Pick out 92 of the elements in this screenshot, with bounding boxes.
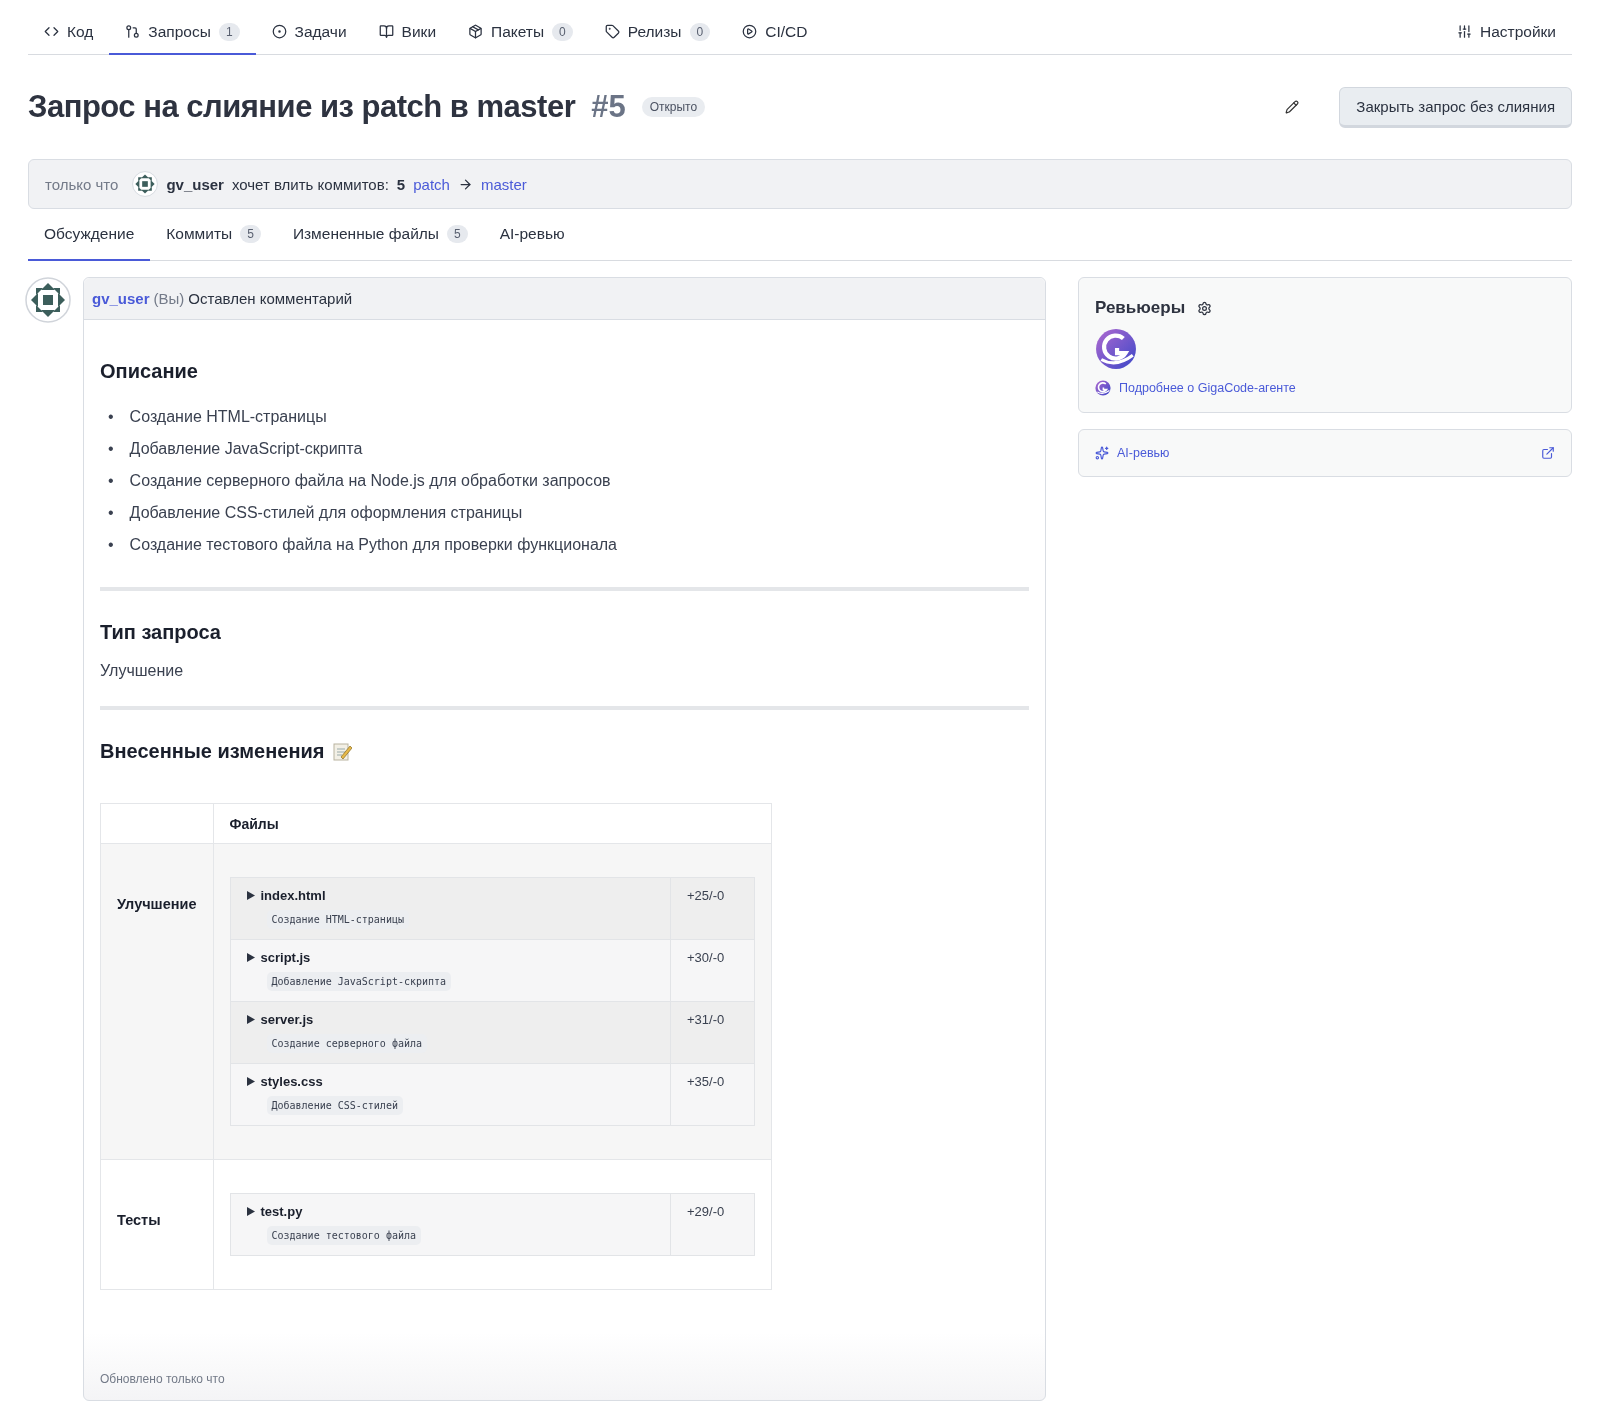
list-item: Создание HTML-страницы <box>129 407 327 427</box>
list-item: Добавление CSS-стилей для оформления страницы <box>129 503 523 523</box>
user-name: gv_user <box>166 175 224 193</box>
list-item: Добавление JavaScript-скрипта <box>129 439 363 459</box>
file-name: styles.css <box>260 1074 323 1089</box>
file-name: script.js <box>260 950 311 965</box>
user-avatar <box>132 171 159 197</box>
nav-tab[interactable]: Запросы 1 <box>109 10 256 55</box>
file-entry[interactable]: script.js Добавление JavaScript-скрипта <box>230 939 671 1002</box>
commit-count: 5 <box>396 175 406 193</box>
nav-tab[interactable]: Вики <box>362 10 453 55</box>
agent-link[interactable]: Подробнее о GigaCode-агенте <box>1095 380 1555 396</box>
settings-icon[interactable] <box>1197 300 1213 316</box>
memo-icon <box>332 741 353 762</box>
tag-icon <box>604 24 620 39</box>
file-entry[interactable]: server.js Создание серверного файла <box>230 1001 671 1064</box>
code-note: Добавление CSS-стилей <box>266 1096 403 1115</box>
sub-tab[interactable]: Обсуждение <box>28 209 151 261</box>
page-title: Запрос на слияние из patch в master <box>28 89 576 125</box>
book-icon <box>378 24 394 39</box>
you-label: (Вы) <box>153 290 185 307</box>
bullet: • <box>108 503 114 523</box>
section-heading: Внесенные изменения <box>100 740 325 763</box>
count-badge: 5 <box>447 225 468 243</box>
nav-tab[interactable]: CI/CD <box>726 10 824 55</box>
list-item: Создание серверного файла на Node.js для обработки запросов <box>129 471 611 491</box>
file-name: index.html <box>260 888 326 903</box>
nav-tab[interactable]: Задачи <box>255 10 363 55</box>
status-badge: Открыто <box>641 97 706 117</box>
diff-stat: +25/-0 <box>670 877 755 940</box>
sparkles-icon <box>1095 446 1109 460</box>
sub-tab[interactable]: Измененные файлы 5 <box>276 209 484 261</box>
branch-link[interactable]: patch <box>413 175 450 193</box>
pencil-icon <box>1285 100 1300 114</box>
section-heading: Описание <box>100 360 198 383</box>
bullet: • <box>108 471 114 491</box>
code-note: Добавление JavaScript-скрипта <box>266 972 452 991</box>
sub-tab[interactable]: AI-ревью <box>483 209 581 261</box>
external-link-icon[interactable] <box>1541 446 1555 460</box>
card-title: Ревьюеры <box>1095 298 1186 318</box>
triangle-icon <box>246 891 255 900</box>
file-name: test.py <box>260 1204 303 1219</box>
merge-text: хочет влить коммитов: <box>231 175 389 193</box>
pull-request-icon <box>125 24 141 39</box>
bullet: • <box>108 439 114 459</box>
sub-tab[interactable]: Коммиты 5 <box>150 209 277 261</box>
comment-action: Оставлен комментарий <box>188 290 353 307</box>
play-circle-icon <box>742 24 758 39</box>
file-entry[interactable]: test.py Создание тестового файла <box>230 1193 671 1256</box>
arrow-icon <box>457 176 473 192</box>
user-avatar <box>25 277 71 323</box>
code-note: Создание тестового файла <box>266 1226 421 1245</box>
triangle-icon <box>246 1207 255 1216</box>
agent-icon <box>1095 380 1111 396</box>
bullet: • <box>108 535 114 555</box>
diff-stat: +31/-0 <box>670 1001 755 1064</box>
file-entry[interactable]: styles.css Добавление CSS-стилей <box>230 1063 671 1126</box>
paragraph: Улучшение <box>100 662 185 680</box>
file-entry[interactable]: index.html Создание HTML-страницы <box>230 877 671 940</box>
package-icon <box>468 24 484 39</box>
file-name: server.js <box>260 1012 314 1027</box>
section-heading: Тип запроса <box>100 621 221 644</box>
agent-avatar <box>1095 328 1137 370</box>
diff-stat: +29/-0 <box>670 1193 755 1256</box>
sliders-icon <box>1457 24 1472 39</box>
nav-tab[interactable]: Релизы 0 <box>588 10 727 55</box>
triangle-icon <box>246 953 255 962</box>
diff-stat: +30/-0 <box>670 939 755 1002</box>
circle-dot-icon <box>271 24 287 39</box>
close-request-button[interactable]: Закрыть запрос без слияния <box>1339 86 1572 128</box>
diff-stat: +35/-0 <box>670 1063 755 1126</box>
triangle-icon <box>246 1077 255 1086</box>
timestamp: только что <box>45 175 119 193</box>
branch-link[interactable]: master <box>480 175 527 193</box>
settings-tab[interactable]: Настройки <box>1441 10 1572 55</box>
code-icon <box>44 24 59 39</box>
ai-review-link[interactable]: AI-ревью <box>1095 446 1170 460</box>
count-badge: 0 <box>689 22 711 41</box>
user-link[interactable]: gv_user <box>92 290 150 307</box>
triangle-icon <box>246 1015 255 1024</box>
table-header: Файлы <box>213 803 772 844</box>
updated-label: Обновлено только что <box>100 1372 226 1388</box>
count-badge: 1 <box>218 22 240 41</box>
table-cell: Улучшение <box>100 843 213 1160</box>
bullet: • <box>108 407 114 427</box>
nav-tab[interactable]: Код <box>28 10 110 55</box>
nav-tab[interactable]: Пакеты 0 <box>452 10 589 55</box>
request-number: #5 <box>591 89 626 125</box>
count-badge: 0 <box>552 22 573 41</box>
list-item: Создание тестового файла на Python для проверки функционала <box>129 535 617 555</box>
table-cell: Тесты <box>100 1159 213 1290</box>
count-badge: 5 <box>240 225 261 243</box>
